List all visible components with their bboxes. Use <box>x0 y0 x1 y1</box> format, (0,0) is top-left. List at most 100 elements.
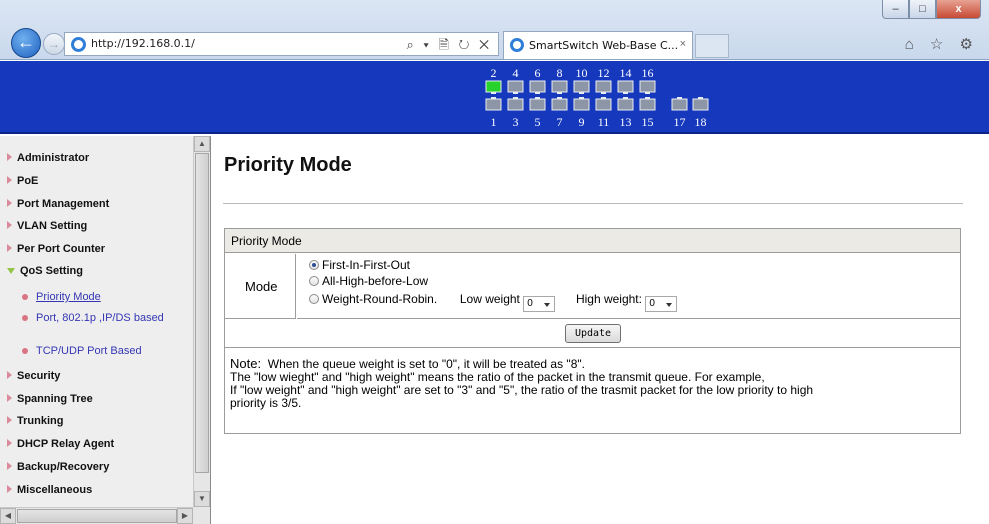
close-window-button[interactable]: x <box>936 0 981 19</box>
scroll-left-icon[interactable]: ◀ <box>0 508 16 524</box>
sidebar-item-per-port-counter[interactable]: Per Port Counter <box>7 243 105 255</box>
port-number-label: 5 <box>535 115 541 129</box>
expanded-arrow-icon <box>7 268 15 274</box>
port-12-icon[interactable] <box>595 80 612 94</box>
maximize-button[interactable]: □ <box>909 0 936 19</box>
sidebar-item-label: Port Management <box>17 198 110 210</box>
option-all-high[interactable]: All-High-before-Low <box>309 274 428 288</box>
option-wrr-label: Weight-Round-Robin. <box>322 292 438 306</box>
switch-port-banner: 2 4 6 8 10 12 14 16 1 3 5 7 9 11 13 15 17 18 <box>0 61 989 134</box>
scroll-thumb[interactable] <box>195 153 209 473</box>
sidebar-item-administrator[interactable]: Administrator <box>7 152 89 164</box>
address-tools-icons[interactable]: ⌕ ▾ 🗎 ↻ ✕ <box>406 36 492 58</box>
port-number-label: 10 <box>576 66 588 80</box>
sidebar-item-poe[interactable]: PoE <box>7 175 38 187</box>
priority-mode-table: Priority Mode Mode First-In-First-Out Al… <box>224 228 961 434</box>
sidebar-menu: Administrator PoE Port Management VLAN Sett… <box>0 136 211 524</box>
port-8-icon[interactable] <box>551 80 568 94</box>
port-number-label: 1 <box>491 115 497 129</box>
address-url[interactable]: http://192.168.0.1/ <box>91 37 195 50</box>
sidebar-item-vlan-setting[interactable]: VLAN Setting <box>7 220 87 232</box>
sidebar-item-security[interactable]: Security <box>7 370 60 382</box>
mode-label-cell: Mode <box>225 254 296 319</box>
sidebar-item-label: Trunking <box>17 415 64 427</box>
address-bar[interactable]: http://192.168.0.1/ ⌕ ▾ 🗎 ↻ ✕ <box>64 32 499 56</box>
toolbar-icons[interactable]: ⌂ ☆ ⚙ <box>905 35 979 53</box>
port-number-label: 6 <box>535 66 541 80</box>
scroll-right-icon[interactable]: ▶ <box>177 508 193 524</box>
scroll-up-icon[interactable]: ▲ <box>194 136 210 152</box>
sidebar-subitem-label: Priority Mode <box>36 291 101 303</box>
arrow-right-icon <box>7 416 12 424</box>
bullet-icon <box>22 348 28 354</box>
arrow-right-icon <box>7 176 12 184</box>
high-weight-select[interactable]: 0 <box>645 296 678 312</box>
tab-close-icon[interactable]: × <box>680 38 686 50</box>
note-line-1: When the queue weight is set to "0", it … <box>267 357 585 371</box>
browser-tab[interactable]: SmartSwitch Web-Base C... × <box>503 31 693 59</box>
sidebar-item-label: QoS Setting <box>20 265 83 277</box>
port-4-icon[interactable] <box>507 80 524 94</box>
port-number-label: 7 <box>557 115 563 129</box>
sidebar-item-dhcp-relay-agent[interactable]: DHCP Relay Agent <box>7 438 114 450</box>
page-title: Priority Mode <box>224 154 352 176</box>
sidebar-vertical-scrollbar[interactable]: ▲ ▼ <box>193 136 210 507</box>
port-5-icon[interactable] <box>529 97 546 111</box>
sidebar-item-label: DHCP Relay Agent <box>17 438 115 450</box>
option-wrr[interactable]: Weight-Round-Robin. Low weight 0 High we… <box>309 292 678 312</box>
sidebar-item-spanning-tree[interactable]: Spanning Tree <box>7 393 93 405</box>
port-number-label: 14 <box>620 66 632 80</box>
radio-all-high[interactable] <box>309 276 319 286</box>
browser-chrome: – □ x ← → http://192.168.0.1/ ⌕ ▾ 🗎 ↻ ✕ … <box>0 0 989 60</box>
low-weight-select[interactable]: 0 <box>523 296 556 312</box>
sidebar-item-trunking[interactable]: Trunking <box>7 415 63 427</box>
port-number-label: 18 <box>695 115 707 129</box>
sidebar-subitem-tcp-udp-port-based[interactable]: TCP/UDP Port Based <box>22 345 186 357</box>
forward-arrow-icon: → <box>48 37 60 51</box>
sidebar-item-qos-setting[interactable]: QoS Setting <box>7 265 83 277</box>
scroll-down-icon[interactable]: ▼ <box>194 491 210 507</box>
note-label: Note: <box>230 356 262 371</box>
port-13-icon[interactable] <box>617 97 634 111</box>
update-button[interactable]: Update <box>565 324 621 343</box>
radio-fifo[interactable] <box>309 260 319 270</box>
sidebar-horizontal-scrollbar[interactable]: ◀ ▶ <box>0 507 193 524</box>
port-17-icon[interactable] <box>671 97 688 111</box>
sidebar-item-label: PoE <box>17 175 39 187</box>
title-divider <box>223 203 963 204</box>
sidebar-item-miscellaneous[interactable]: Miscellaneous <box>7 484 92 496</box>
back-button[interactable]: ← <box>11 28 41 58</box>
note-text: Note: When the queue weight is set to "0… <box>230 357 955 410</box>
radio-wrr[interactable] <box>309 294 319 304</box>
port-10-icon[interactable] <box>573 80 590 94</box>
tab-title: SmartSwitch Web-Base C... <box>529 39 679 52</box>
port-number-label: 17 <box>674 115 686 129</box>
new-tab-button[interactable] <box>695 34 729 58</box>
port-2-icon[interactable] <box>485 80 502 94</box>
option-fifo[interactable]: First-In-First-Out <box>309 258 410 272</box>
sidebar-item-backup-recovery[interactable]: Backup/Recovery <box>7 461 109 473</box>
scrollbar-corner <box>193 507 210 524</box>
port-number-label: 9 <box>579 115 585 129</box>
port-7-icon[interactable] <box>551 97 568 111</box>
port-11-icon[interactable] <box>595 97 612 111</box>
sidebar-subitem-port-802-1p-ip-ds-based[interactable]: Port, 802.1p ,IP/DS based <box>22 312 186 324</box>
forward-button[interactable]: → <box>43 33 65 55</box>
port-9-icon[interactable] <box>573 97 590 111</box>
port-15-icon[interactable] <box>639 97 656 111</box>
port-14-icon[interactable] <box>617 80 634 94</box>
option-fifo-label: First-In-First-Out <box>322 258 410 272</box>
arrow-right-icon <box>7 462 12 470</box>
sidebar-item-port-management[interactable]: Port Management <box>7 198 109 210</box>
port-1-icon[interactable] <box>485 97 502 111</box>
chevron-down-icon <box>666 303 673 307</box>
port-3-icon[interactable] <box>507 97 524 111</box>
minimize-button[interactable]: – <box>882 0 909 19</box>
port-number-label: 12 <box>598 66 610 80</box>
hscroll-thumb[interactable] <box>17 509 177 523</box>
port-18-icon[interactable] <box>692 97 709 111</box>
sidebar-subitem-priority-mode[interactable]: Priority Mode <box>22 291 186 303</box>
ie-page-icon <box>71 37 86 52</box>
port-16-icon[interactable] <box>639 80 656 94</box>
port-6-icon[interactable] <box>529 80 546 94</box>
